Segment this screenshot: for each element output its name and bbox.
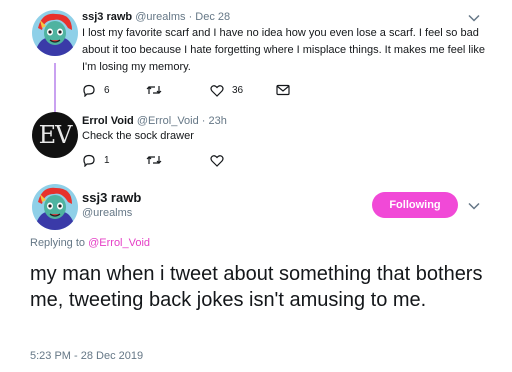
like-icon [210,85,224,97]
tweet-date[interactable]: 23h [209,115,227,127]
handle[interactable]: @urealms [135,11,185,23]
reply-action[interactable]: 6 [82,84,110,97]
display-name[interactable]: Errol Void [82,115,134,127]
replying-prefix: Replying to [30,237,86,249]
like-action[interactable] [210,154,232,167]
avatar-image [32,184,78,230]
avatar-image [32,10,78,56]
reply-icon [83,154,95,167]
chevron-down-icon[interactable] [468,14,480,22]
tweet-text: my man when i tweet about something that… [30,263,483,311]
timestamp[interactable]: 5:23 PM - 28 Dec 2019 [30,350,143,362]
handle[interactable]: @Errol_Void [137,115,199,127]
retweet-icon [146,86,162,94]
tweet-header: ssj3 rawb @urealms · Dec 28 [82,11,230,23]
following-button[interactable]: Following [372,192,458,218]
tweet-text: Check the sock drawer [82,130,194,142]
tweet-focused: ssj3 rawb @urealms Following Replying to… [0,180,512,372]
handle[interactable]: @urealms [82,207,132,219]
retweet-icon [146,156,162,164]
replying-to: Replying to @Errol_Void [30,237,150,249]
tweet-header: Errol Void @Errol_Void · 23h [82,115,227,127]
like-icon [210,155,224,167]
separator: · [201,115,206,127]
tweet-original[interactable]: ssj3 rawb @urealms · Dec 28 I lost my fa… [0,0,512,113]
avatar[interactable] [32,184,78,230]
like-action[interactable]: 36 [210,84,243,97]
retweet-action[interactable] [146,84,170,96]
display-name[interactable]: ssj3 rawb [82,190,141,205]
message-action[interactable] [276,84,290,96]
tweet-date[interactable]: Dec 28 [195,11,230,23]
replying-to-link[interactable]: @Errol_Void [88,237,150,249]
reply-action[interactable]: 1 [82,154,110,167]
reply-count: 1 [104,155,110,166]
avatar[interactable]: EV [32,112,78,158]
avatar[interactable] [32,10,78,56]
separator: · [188,11,193,23]
message-icon [276,84,290,96]
avatar-initials: EV [38,121,73,149]
thread-line [54,63,56,113]
reply-icon [83,84,95,97]
retweet-action[interactable] [146,154,170,166]
tweet-reply[interactable]: EV Errol Void @Errol_Void · 23h Check th… [0,108,512,180]
like-count: 36 [232,85,244,96]
display-name[interactable]: ssj3 rawb [82,11,132,23]
tweet-text: I lost my favorite scarf and I have no i… [82,27,485,73]
chevron-down-icon[interactable] [468,202,480,210]
reply-count: 6 [104,85,110,96]
